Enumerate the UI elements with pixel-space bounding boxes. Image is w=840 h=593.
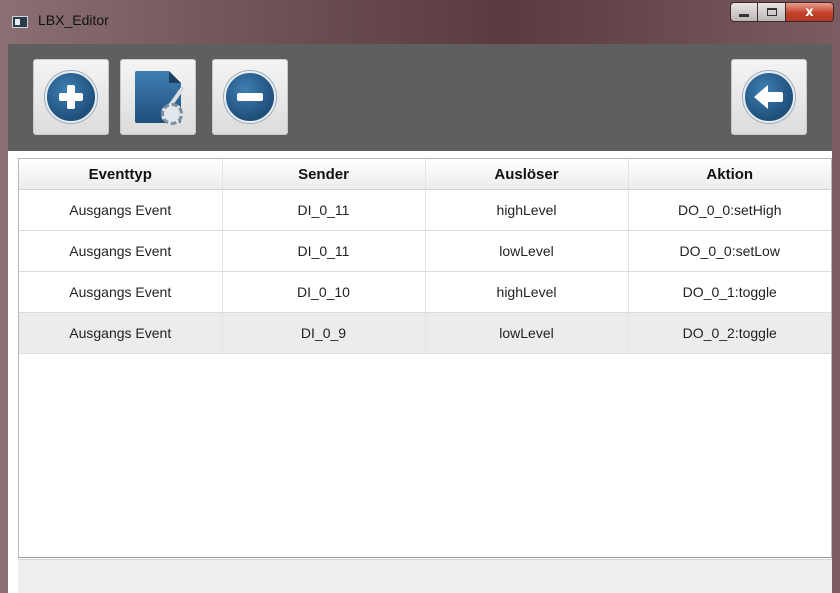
close-icon: x bbox=[805, 4, 814, 20]
toolbar bbox=[8, 44, 832, 151]
title-bar[interactable]: LBX_Editor x bbox=[0, 0, 840, 44]
cell-aktion: DO_0_0:setLow bbox=[628, 230, 831, 272]
status-bar bbox=[18, 559, 832, 593]
caption-buttons: x bbox=[730, 2, 834, 24]
window-title: LBX_Editor bbox=[38, 12, 109, 28]
cell-aktion: DO_0_1:toggle bbox=[628, 271, 831, 313]
table-row-selected[interactable]: Ausgangs Event DI_0_9 lowLevel DO_0_2:to… bbox=[19, 312, 831, 354]
remove-circle-icon bbox=[224, 71, 276, 123]
cell-ausloeser: highLevel bbox=[425, 189, 629, 231]
remove-event-button[interactable] bbox=[212, 59, 288, 135]
back-button[interactable] bbox=[731, 59, 807, 135]
cell-eventtyp: Ausgangs Event bbox=[19, 230, 223, 272]
column-header-sender[interactable]: Sender bbox=[222, 159, 426, 190]
event-table: Eventtyp Sender Auslöser Aktion Ausgangs… bbox=[19, 159, 831, 354]
table-header-row: Eventtyp Sender Auslöser Aktion bbox=[19, 159, 831, 190]
table-row[interactable]: Ausgangs Event DI_0_11 highLevel DO_0_0:… bbox=[19, 189, 831, 231]
cell-ausloeser: lowLevel bbox=[425, 230, 629, 272]
table-row[interactable]: Ausgangs Event DI_0_11 lowLevel DO_0_0:s… bbox=[19, 230, 831, 272]
cell-ausloeser: lowLevel bbox=[425, 312, 629, 354]
cell-eventtyp: Ausgangs Event bbox=[19, 312, 223, 354]
table-row[interactable]: Ausgangs Event DI_0_10 highLevel DO_0_1:… bbox=[19, 271, 831, 313]
maximize-button[interactable] bbox=[758, 2, 786, 22]
app-icon bbox=[12, 16, 28, 28]
column-header-eventtyp[interactable]: Eventtyp bbox=[19, 159, 223, 190]
add-circle-icon bbox=[45, 71, 97, 123]
minimize-icon bbox=[739, 13, 749, 17]
cell-sender: DI_0_11 bbox=[222, 189, 426, 231]
add-event-button[interactable] bbox=[33, 59, 109, 135]
cell-sender: DI_0_11 bbox=[222, 230, 426, 272]
column-header-aktion[interactable]: Aktion bbox=[628, 159, 831, 190]
event-table-container[interactable]: Eventtyp Sender Auslöser Aktion Ausgangs… bbox=[18, 158, 832, 558]
maximize-icon bbox=[766, 8, 777, 16]
minimize-button[interactable] bbox=[730, 2, 758, 22]
app-window: LBX_Editor x Eventtyp Sender Auslöser Ak… bbox=[0, 0, 840, 593]
cell-ausloeser: highLevel bbox=[425, 271, 629, 313]
cell-eventtyp: Ausgangs Event bbox=[19, 189, 223, 231]
edit-event-button[interactable] bbox=[120, 59, 196, 135]
cell-eventtyp: Ausgangs Event bbox=[19, 271, 223, 313]
cell-aktion: DO_0_0:setHigh bbox=[628, 189, 831, 231]
back-arrow-icon bbox=[743, 71, 795, 123]
cell-aktion: DO_0_2:toggle bbox=[628, 312, 831, 354]
edit-document-settings-icon bbox=[135, 71, 185, 125]
close-button[interactable]: x bbox=[786, 2, 834, 22]
client-area: Eventtyp Sender Auslöser Aktion Ausgangs… bbox=[8, 44, 832, 593]
column-header-ausloeser[interactable]: Auslöser bbox=[425, 159, 629, 190]
cell-sender: DI_0_10 bbox=[222, 271, 426, 313]
cell-sender: DI_0_9 bbox=[222, 312, 426, 354]
